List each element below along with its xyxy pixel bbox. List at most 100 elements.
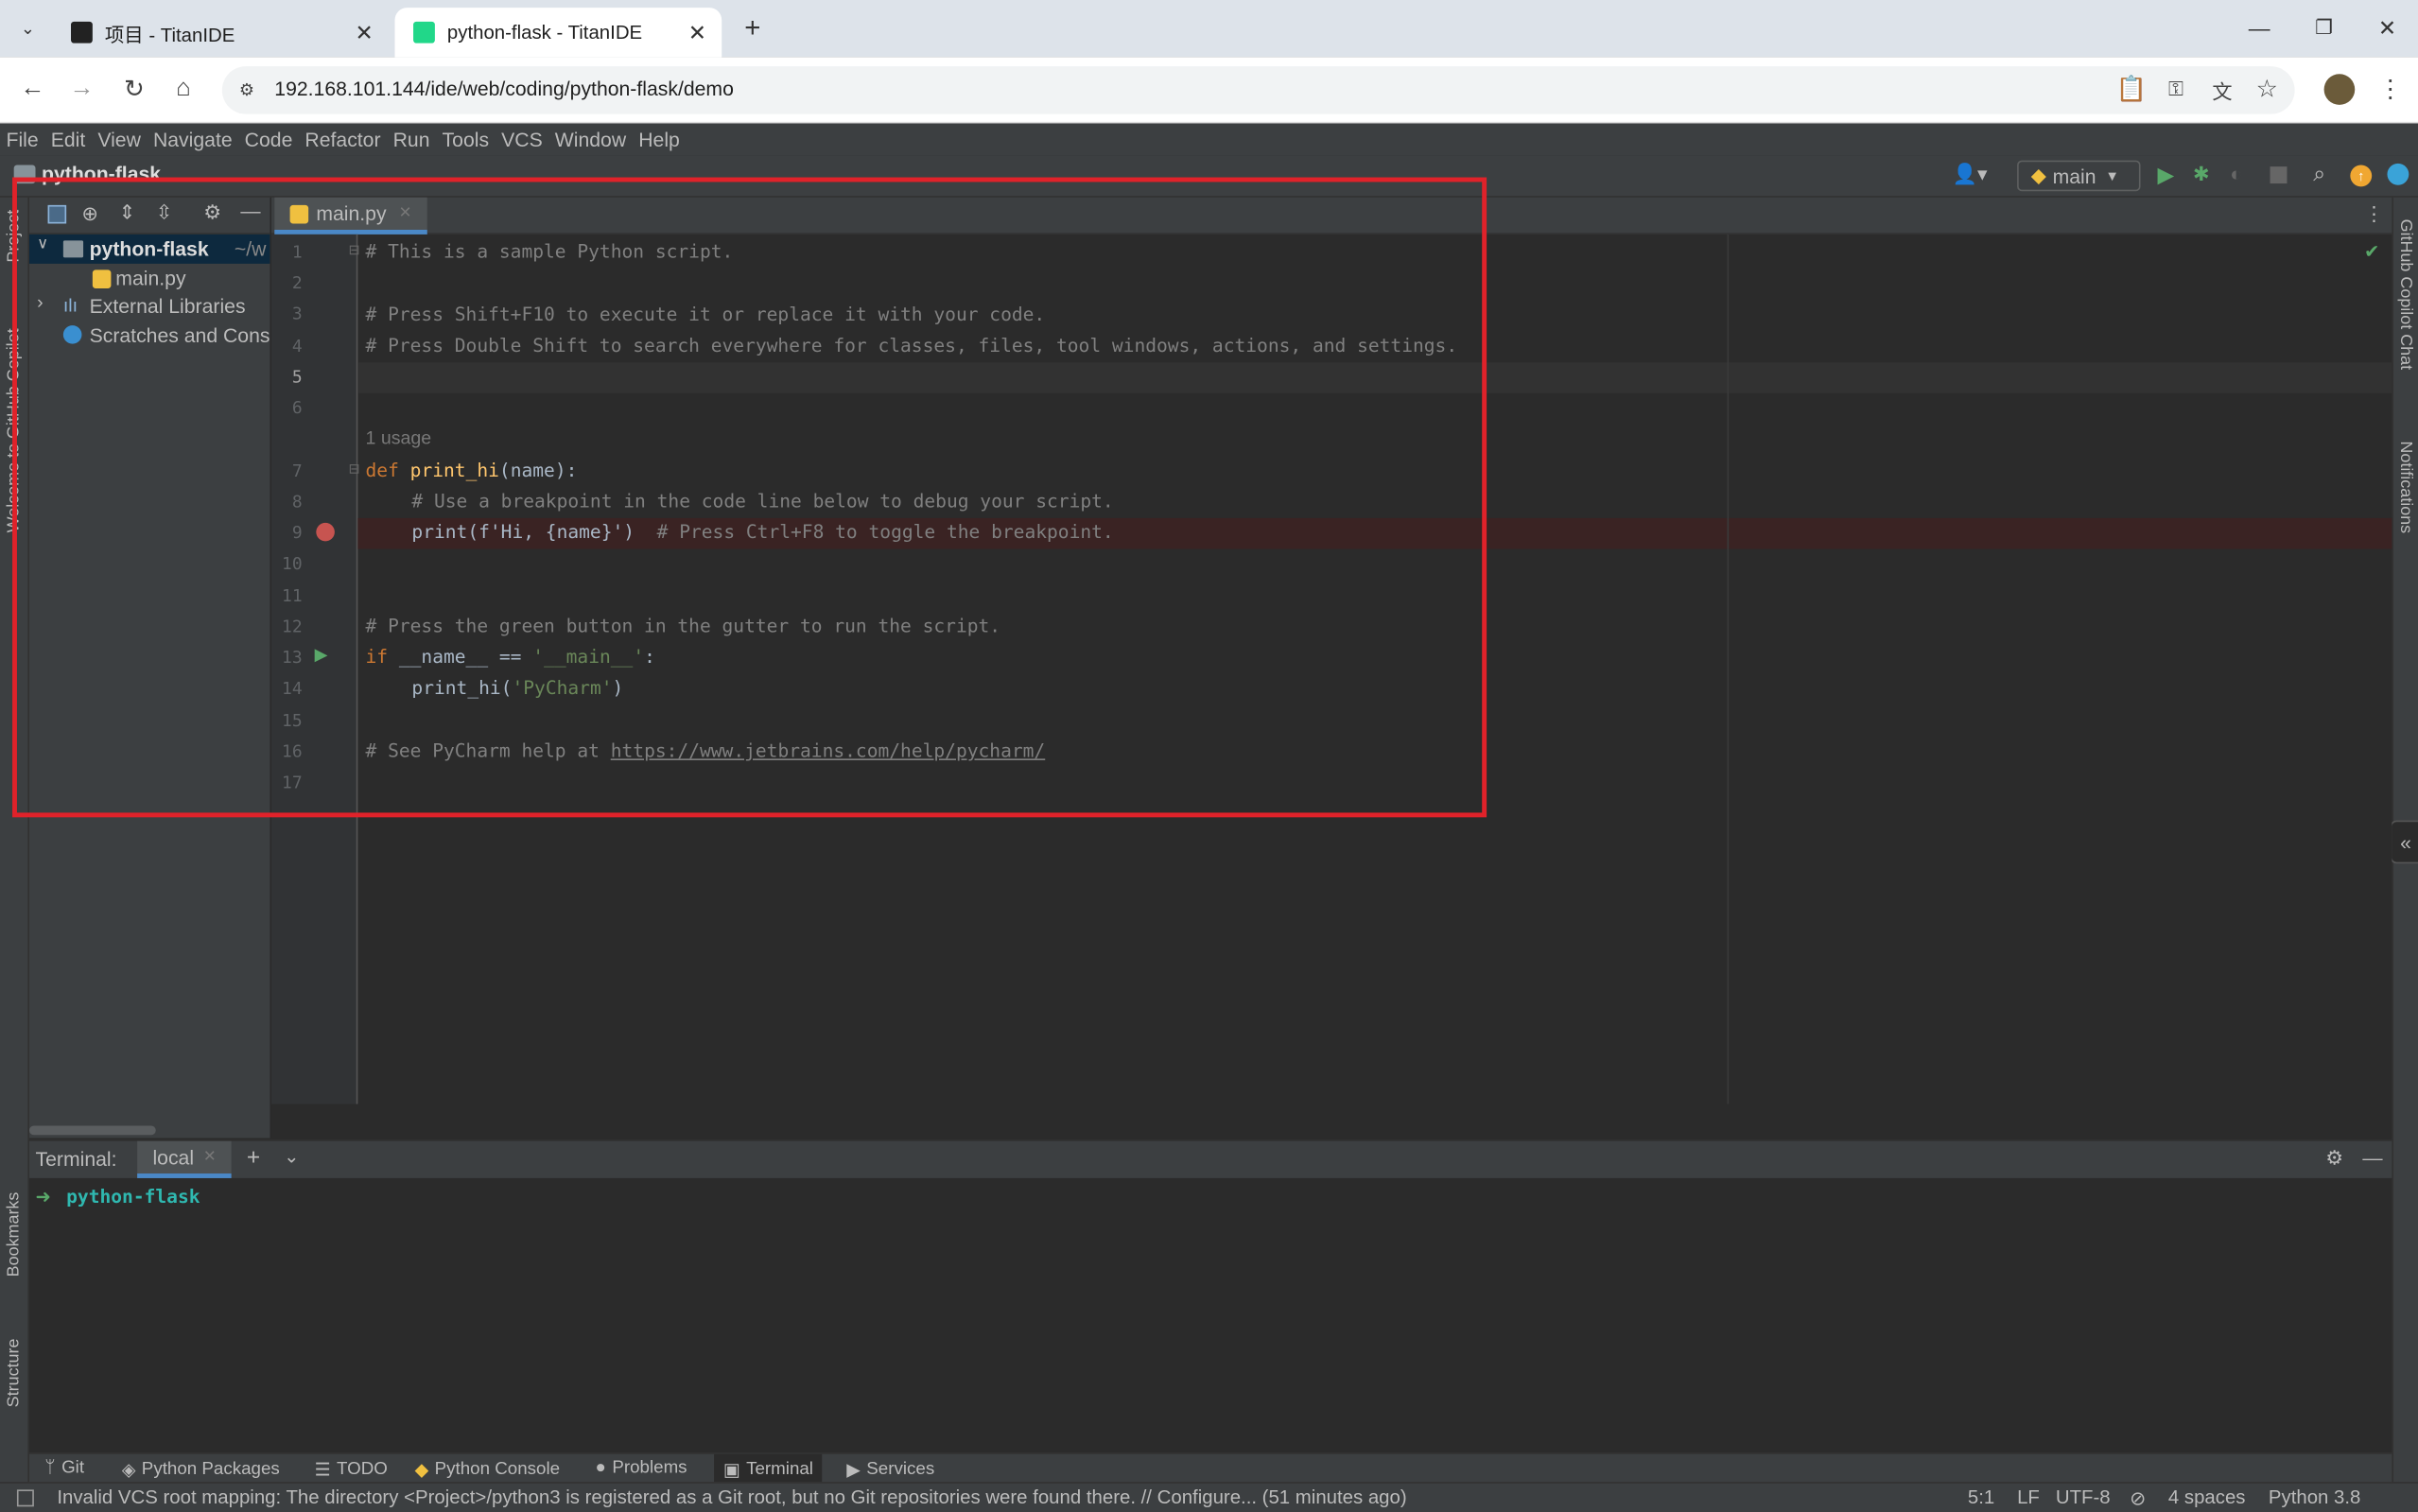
copilot-chat-tool-tab[interactable]: GitHub Copilot Chat <box>2396 219 2415 371</box>
toolwindow-label: Python Console <box>434 1460 561 1479</box>
notifications-tool-tab[interactable]: Notifications <box>2396 441 2415 533</box>
stop-icon[interactable] <box>2270 166 2288 184</box>
file-encoding[interactable]: UTF-8 <box>2056 1486 2111 1508</box>
close-tab-icon[interactable]: ✕ <box>203 1149 217 1166</box>
more-menu-icon[interactable]: ⋮ <box>2374 73 2408 107</box>
toolwindow-label: TODO <box>337 1460 388 1479</box>
toolwindow-terminal[interactable]: ▣ Terminal <box>714 1453 823 1486</box>
user-icon[interactable]: 👤▾ <box>1953 162 1988 186</box>
ide-menu-bar: File Edit View Navigate Code Refactor Ru… <box>0 123 2418 156</box>
menu-view[interactable]: View <box>97 128 141 150</box>
toolwindow-problems[interactable]: ● Problems <box>595 1459 687 1478</box>
right-tool-strip: GitHub Copilot Chat Notifications « <box>2390 197 2418 1483</box>
more-actions-icon[interactable]: ⋮ <box>2364 202 2384 227</box>
inspection-ok-icon[interactable]: ✔ <box>2364 240 2379 262</box>
window-close-icon[interactable]: ✕ <box>2372 12 2403 43</box>
titanide-favicon-icon <box>71 21 93 43</box>
gear-icon[interactable]: ⚙ <box>2325 1146 2343 1171</box>
toolwindow-todo[interactable]: ☰ TODO <box>314 1459 388 1481</box>
avatar[interactable] <box>2323 74 2356 105</box>
chevron-down-icon[interactable]: ⌄ <box>284 1146 299 1168</box>
menu-file[interactable]: File <box>7 128 39 150</box>
toolwindow-label: Terminal <box>746 1460 813 1479</box>
menu-navigate[interactable]: Navigate <box>153 128 233 150</box>
coverage-icon[interactable]: ◐ <box>2230 162 2242 184</box>
terminal-header: Terminal: local ✕ + ⌄ ⚙ — <box>28 1140 2392 1178</box>
home-icon[interactable]: ⌂ <box>166 73 200 107</box>
run-icon[interactable]: ▶ <box>2157 162 2174 188</box>
menu-window[interactable]: Window <box>555 128 626 150</box>
status-bar: Invalid VCS root mapping: The directory … <box>0 1482 2418 1512</box>
hide-panel-icon[interactable]: — <box>2362 1146 2382 1169</box>
terminal-panel: Terminal: local ✕ + ⌄ ⚙ — ➜ python-flask <box>28 1139 2392 1453</box>
minimize-icon[interactable]: — <box>2244 12 2275 43</box>
forward-icon[interactable]: → <box>64 73 98 107</box>
site-settings-icon[interactable]: ⚙ <box>235 78 259 102</box>
url-field[interactable]: ⚙ 192.168.101.144/ide/web/coding/python-… <box>221 66 2295 114</box>
terminal-prompt[interactable]: python-flask <box>66 1186 200 1208</box>
menu-tools[interactable]: Tools <box>443 128 490 150</box>
expand-panel-icon[interactable]: « <box>2390 820 2418 864</box>
services-icon: ▶ <box>846 1461 861 1481</box>
highlight-box <box>12 177 1487 818</box>
toolwindow-services[interactable]: ▶ Services <box>846 1459 935 1481</box>
bookmark-star-icon[interactable]: ☆ <box>2250 73 2284 107</box>
browser-tab-active[interactable]: python-flask - TitanIDE ✕ <box>394 8 722 58</box>
translate-icon[interactable]: 文 <box>2205 73 2239 107</box>
terminal-tab-local[interactable]: local ✕ <box>137 1140 232 1178</box>
chevron-down-icon: ▼ <box>2105 167 2119 184</box>
interpreter[interactable]: Python 3.8 <box>2269 1486 2360 1508</box>
pycharm-favicon-icon <box>413 21 435 43</box>
lock-icon[interactable]: ⊘ <box>2130 1486 2146 1510</box>
close-tab-icon[interactable]: ✕ <box>688 19 706 45</box>
status-toggle-icon[interactable] <box>16 1489 34 1507</box>
structure-tool-tab[interactable]: Structure <box>5 1339 24 1408</box>
menu-vcs[interactable]: VCS <box>501 128 543 150</box>
line-separator[interactable]: LF <box>2017 1486 2040 1508</box>
browser-address-bar: ← → ↻ ⌂ ⚙ 192.168.101.144/ide/web/coding… <box>0 57 2418 124</box>
list-icon: ☰ <box>314 1461 331 1481</box>
prompt-arrow-icon: ➜ <box>35 1186 51 1208</box>
toolwindow-label: Services <box>866 1460 935 1479</box>
run-config-select[interactable]: ◆ main ▼ <box>2017 160 2141 192</box>
browser-tab-title: python-flask - TitanIDE <box>446 21 643 43</box>
right-margin-guide <box>1727 234 1730 1104</box>
toolwindow-python-packages[interactable]: ◈ Python Packages <box>121 1459 280 1481</box>
menu-code[interactable]: Code <box>245 128 293 150</box>
terminal-tab-label: local <box>152 1145 195 1170</box>
restore-icon[interactable]: ❐ <box>2308 12 2340 43</box>
back-icon[interactable]: ← <box>15 73 49 107</box>
tool-window-bar: ᛘ Git ◈ Python Packages ☰ TODO ◆ Python Cons… <box>28 1452 2392 1486</box>
browser-tab-bar: ⌄ 项目 - TitanIDE ✕ python-flask - TitanID… <box>0 0 2418 58</box>
clipboard-icon[interactable]: 📋 <box>2114 73 2148 107</box>
new-tab-icon[interactable]: + <box>738 11 769 43</box>
menu-refactor[interactable]: Refactor <box>304 128 380 150</box>
toolwindow-python-console[interactable]: ◆ Python Console <box>414 1459 561 1481</box>
search-icon[interactable]: ⌕ <box>2313 161 2325 187</box>
problems-icon: ● <box>595 1458 606 1478</box>
menu-run[interactable]: Run <box>393 128 430 150</box>
url-text: 192.168.101.144/ide/web/coding/python-fl… <box>274 77 734 101</box>
python-icon: ◆ <box>414 1461 429 1481</box>
terminal-label: Terminal: <box>35 1147 117 1171</box>
bookmarks-tool-tab[interactable]: Bookmarks <box>5 1192 24 1277</box>
indent-setting[interactable]: 4 spaces <box>2168 1486 2246 1508</box>
tab-list-chevron-icon[interactable]: ⌄ <box>12 12 43 43</box>
horizontal-scrollbar[interactable] <box>28 1125 156 1136</box>
new-terminal-icon[interactable]: + <box>247 1144 260 1171</box>
browser-tab-projects[interactable]: 项目 - TitanIDE ✕ <box>52 8 389 57</box>
debug-icon[interactable]: ✱ <box>2193 162 2210 186</box>
menu-edit[interactable]: Edit <box>51 128 86 150</box>
ai-assistant-icon[interactable] <box>2387 163 2409 185</box>
update-icon[interactable]: ↑ <box>2350 165 2373 187</box>
packages-icon: ◈ <box>121 1461 136 1481</box>
key-icon[interactable]: ⚿ <box>2159 73 2193 107</box>
reload-icon[interactable]: ↻ <box>117 73 151 107</box>
caret-position[interactable]: 5:1 <box>1968 1486 1994 1508</box>
editor-bottom-area <box>271 1104 2392 1138</box>
toolwindow-git[interactable]: ᛘ Git <box>44 1459 84 1478</box>
menu-help[interactable]: Help <box>638 128 680 150</box>
status-message[interactable]: Invalid VCS root mapping: The directory … <box>57 1486 1406 1508</box>
run-config-label: main <box>2052 164 2096 188</box>
close-tab-icon[interactable]: ✕ <box>356 19 374 45</box>
